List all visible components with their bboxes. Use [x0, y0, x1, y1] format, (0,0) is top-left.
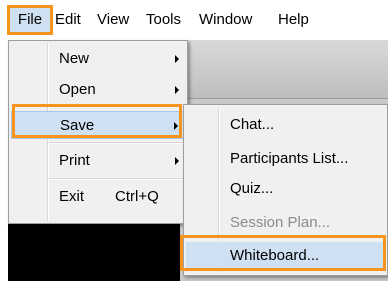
- menubar: File Edit View Tools Window Help: [0, 0, 388, 40]
- submenu-arrow-icon: [175, 55, 179, 63]
- submenu-item-whiteboard[interactable]: Whiteboard...: [186, 242, 385, 270]
- file-menu: New Open Save Print Exit Ctrl+Q: [8, 40, 188, 224]
- submenu-item-label: Quiz...: [230, 180, 274, 197]
- menu-item-new[interactable]: New: [11, 45, 185, 73]
- menu-item-exit[interactable]: Exit Ctrl+Q: [11, 183, 185, 211]
- app-toolbar: [186, 40, 388, 99]
- submenu-item-quiz[interactable]: Quiz...: [186, 175, 385, 203]
- menu-item-shortcut: Ctrl+Q: [115, 188, 159, 205]
- submenu-item-label: Chat...: [230, 116, 275, 133]
- submenu-item-label: Whiteboard...: [230, 247, 320, 264]
- submenu-item-label: Participants List...: [230, 150, 349, 167]
- menu-item-label: New: [59, 50, 90, 67]
- menu-item-label: Save: [60, 117, 95, 134]
- save-submenu: Chat... Participants List... Quiz... Ses…: [183, 104, 388, 276]
- menubar-help[interactable]: Help: [278, 8, 309, 32]
- submenu-arrow-icon: [175, 157, 179, 165]
- menu-item-save[interactable]: Save: [11, 111, 185, 139]
- submenu-item-participants-list[interactable]: Participants List...: [186, 145, 385, 173]
- submenu-arrow-icon: [175, 86, 179, 94]
- submenu-item-label: Session Plan...: [230, 214, 331, 231]
- menu-item-open[interactable]: Open: [11, 76, 185, 104]
- menubar-view[interactable]: View: [97, 8, 129, 32]
- submenu-item-session-plan: Session Plan...: [186, 209, 385, 237]
- menubar-tools[interactable]: Tools: [146, 8, 181, 32]
- menu-item-label: Print: [59, 152, 90, 169]
- submenu-item-chat[interactable]: Chat...: [186, 111, 385, 139]
- menu-separator: [49, 142, 185, 144]
- menu-item-print[interactable]: Print: [11, 147, 185, 175]
- menubar-edit[interactable]: Edit: [55, 8, 81, 32]
- menu-item-label: Open: [59, 81, 96, 98]
- menu-item-label: Exit: [59, 188, 85, 205]
- menubar-file[interactable]: File: [10, 8, 50, 32]
- menubar-window[interactable]: Window: [199, 8, 252, 32]
- menu-separator: [49, 178, 185, 180]
- submenu-arrow-icon: [174, 122, 178, 130]
